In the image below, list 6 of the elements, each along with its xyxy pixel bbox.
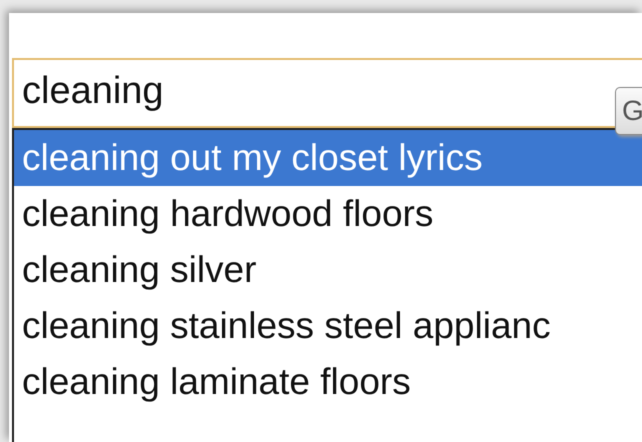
suggestion-item[interactable]: cleaning laminate floors xyxy=(14,354,642,410)
suggestion-item[interactable]: cleaning hardwood floors xyxy=(14,186,642,242)
go-button[interactable]: G xyxy=(615,87,642,135)
suggestion-item[interactable]: cleaning silver xyxy=(14,242,642,298)
suggestion-item[interactable]: cleaning stainless steel applianc xyxy=(14,298,642,354)
suggestion-item[interactable]: cleaning out my closet lyrics xyxy=(14,130,642,186)
